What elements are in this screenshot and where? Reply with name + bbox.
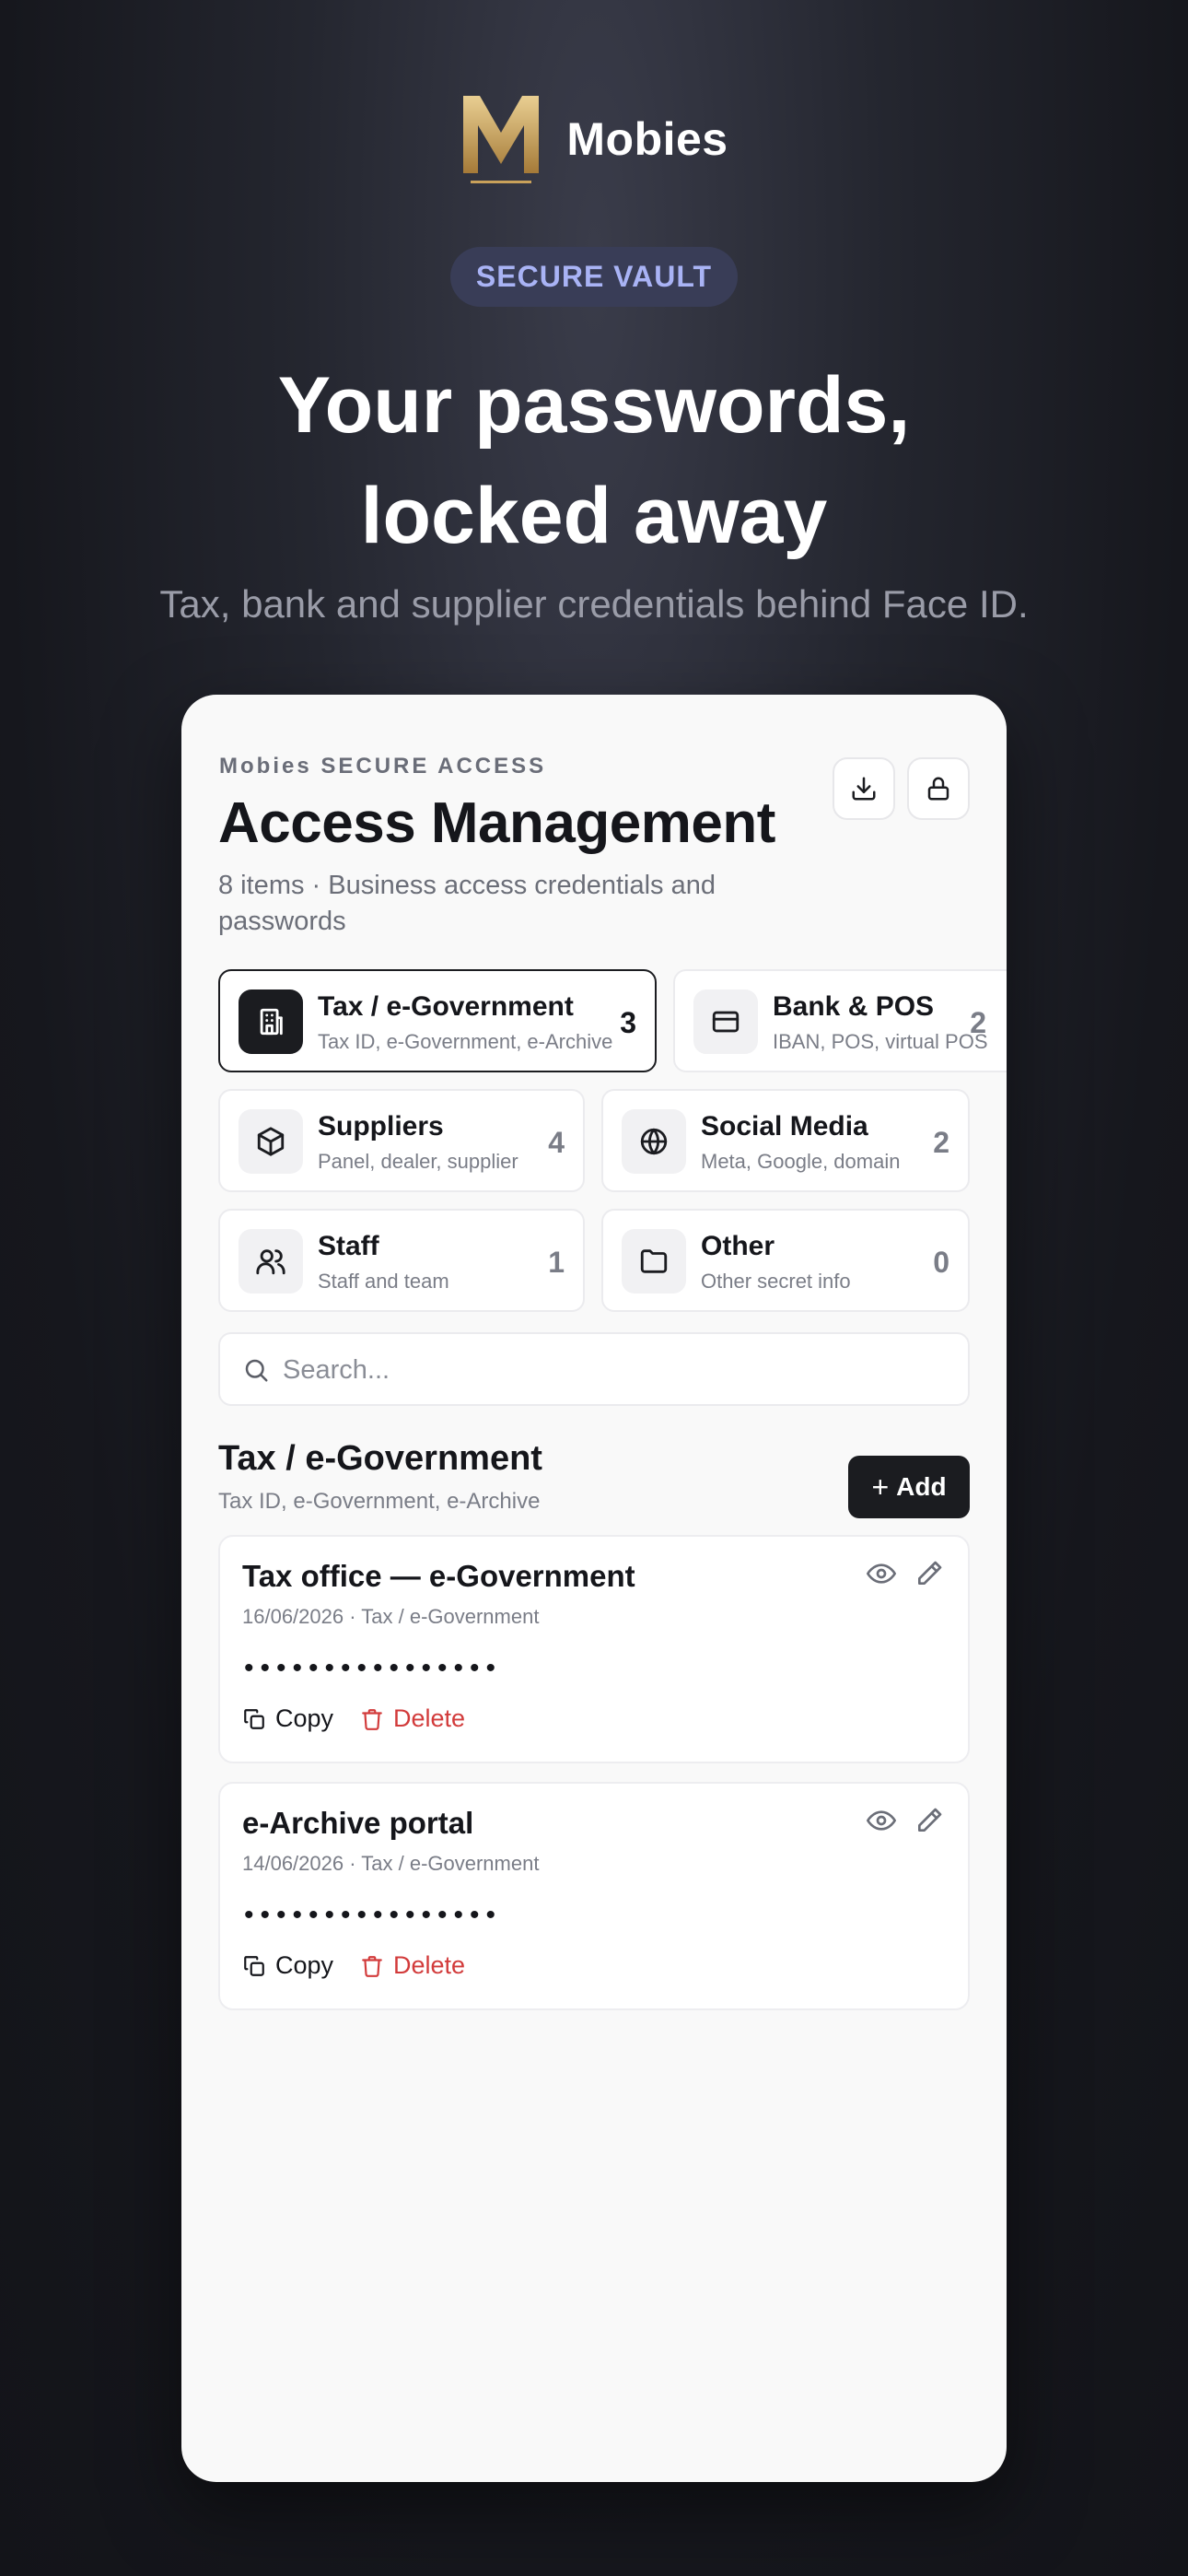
delete-label: Delete (393, 1951, 466, 1979)
credential-meta: 16/06/2026 · Tax / e-Government (242, 1605, 540, 1628)
masked-password: •••••••••••••••• (244, 1900, 503, 1930)
category-staff[interactable]: Staff Staff and team 1 (218, 1209, 585, 1312)
trash-icon (362, 1955, 382, 1977)
category-desc: Meta, Google, domain (701, 1150, 901, 1173)
category-count: 0 (933, 1246, 949, 1279)
download-button[interactable] (833, 757, 895, 820)
category-name: Staff (318, 1231, 379, 1261)
section-subtitle: Tax ID, e-Government, e-Archive (218, 1489, 541, 1514)
category-count: 2 (970, 1006, 986, 1039)
credential-meta: 14/06/2026 · Tax / e-Government (242, 1852, 540, 1875)
package-icon (257, 1127, 285, 1156)
category-desc: Other secret info (701, 1270, 851, 1293)
credential-item: Tax office — e-Government 16/06/2026 · T… (218, 1535, 970, 1763)
category-name: Other (701, 1231, 775, 1261)
hero-title: Your passwords, locked away (0, 350, 1188, 571)
download-icon (852, 777, 876, 801)
section-title: Tax / e-Government (218, 1439, 542, 1478)
delete-label: Delete (393, 1704, 466, 1732)
add-button-label: Add (896, 1472, 947, 1501)
globe-icon (640, 1128, 668, 1155)
hero-title-line1: Your passwords, (277, 361, 911, 450)
show-password-button[interactable] (867, 1806, 900, 1839)
show-password-button[interactable] (867, 1559, 900, 1592)
brand-name: Mobies (566, 113, 728, 165)
page-title: Access Management (218, 791, 775, 855)
hero-title-line2: locked away (360, 472, 828, 560)
category-suppliers[interactable]: Suppliers Panel, dealer, supplier 4 (218, 1089, 585, 1192)
app-screen: Mobies SECURE ACCESS Access Management 8… (181, 695, 1007, 2482)
edit-button[interactable] (914, 1806, 948, 1839)
search-icon (245, 1359, 268, 1382)
category-social-media[interactable]: Social Media Meta, Google, domain 2 (601, 1089, 970, 1192)
category-count: 3 (620, 1006, 636, 1039)
pencil-icon (918, 1561, 942, 1585)
plus-icon: + (871, 1469, 890, 1504)
category-count: 4 (548, 1126, 565, 1159)
category-count: 2 (933, 1126, 949, 1159)
trash-icon (362, 1708, 382, 1730)
copy-button[interactable]: Copy (242, 1951, 333, 1980)
copy-icon (244, 1708, 264, 1729)
credential-item: e-Archive portal 14/06/2026 · Tax / e-Go… (218, 1782, 970, 2010)
eye-icon (867, 1810, 896, 1831)
pencil-icon (918, 1808, 942, 1832)
lock-icon (927, 777, 949, 801)
eyebrow-label: Mobies SECURE ACCESS (219, 754, 547, 779)
edit-button[interactable] (914, 1559, 948, 1592)
search-input[interactable] (283, 1347, 946, 1393)
copy-label: Copy (275, 1951, 334, 1979)
category-name: Bank & POS (773, 991, 935, 1022)
copy-label: Copy (275, 1704, 334, 1732)
brand-header: Mobies (0, 92, 1188, 186)
eye-icon (867, 1563, 896, 1584)
masked-password: •••••••••••••••• (244, 1653, 503, 1683)
lock-button[interactable] (907, 757, 970, 820)
copy-icon (244, 1955, 264, 1976)
category-bank-pos[interactable]: Bank & POS IBAN, POS, virtual POS 2 (673, 969, 1007, 1072)
folder-icon (640, 1249, 668, 1273)
credential-name: Tax office — e-Government (242, 1559, 635, 1593)
credit-card-icon (712, 1011, 740, 1033)
secure-vault-badge: SECURE VAULT (449, 247, 739, 307)
building-icon (260, 1008, 283, 1036)
category-desc: Tax ID, e-Government, e-Archive (318, 1030, 613, 1053)
users-icon (256, 1249, 285, 1275)
category-name: Social Media (701, 1111, 868, 1142)
hero-subtitle: Tax, bank and supplier credentials behin… (159, 582, 1029, 626)
category-desc: Staff and team (318, 1270, 449, 1293)
category-name: Suppliers (318, 1111, 444, 1142)
delete-button[interactable]: Delete (360, 1704, 465, 1733)
page-subtitle: 8 items · Business access credentials an… (218, 871, 716, 936)
credential-name: e-Archive portal (242, 1806, 474, 1840)
mobies-logo-icon (463, 96, 540, 183)
category-other[interactable]: Other Other secret info 0 (601, 1209, 970, 1312)
search-box (218, 1332, 970, 1406)
category-name: Tax / e-Government (318, 991, 574, 1022)
category-tax[interactable]: Tax / e-Government Tax ID, e-Government,… (218, 969, 657, 1072)
copy-button[interactable]: Copy (242, 1704, 333, 1733)
add-button[interactable]: + Add (848, 1456, 970, 1518)
delete-button[interactable]: Delete (360, 1951, 465, 1980)
category-desc: IBAN, POS, virtual POS (773, 1030, 988, 1053)
category-desc: Panel, dealer, supplier (318, 1150, 518, 1173)
category-count: 1 (548, 1246, 565, 1279)
